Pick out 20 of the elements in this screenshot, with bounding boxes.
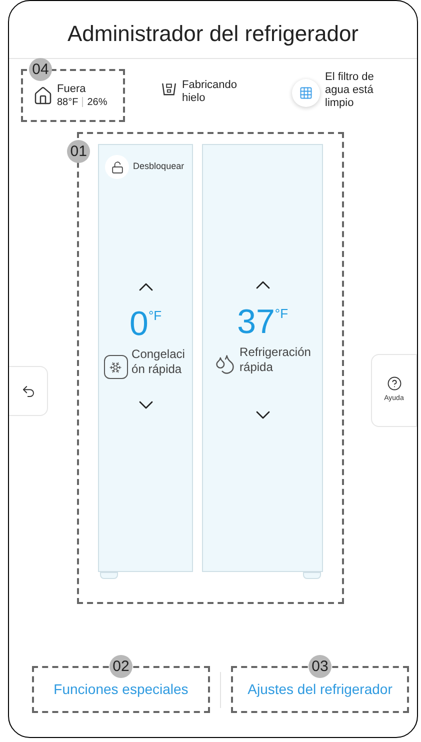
temperature-reading: 88°F (57, 96, 78, 108)
help-icon (386, 376, 402, 392)
status-label: Fabricando hielo (182, 79, 238, 105)
house-icon (33, 86, 53, 106)
humidity-reading: 26% (87, 96, 108, 108)
water-drops-icon (214, 353, 236, 375)
unlock-icon (105, 155, 130, 179)
water-filter-icon (292, 79, 320, 107)
unlock-button[interactable]: Desbloquear (105, 155, 184, 179)
callout-number: 04 (29, 58, 52, 81)
status-label: El filtro de agua está limpio (325, 71, 375, 110)
page-title: Administrador del refrigerador (66, 21, 360, 47)
back-icon (20, 384, 36, 398)
quick-mode-label[interactable]: Refrigeración rápida (240, 345, 318, 375)
quick-mode-label[interactable]: Congelación rápida (132, 347, 192, 377)
callout-number: 02 (110, 655, 132, 678)
callout-number: 01 (67, 140, 90, 163)
callout-number: 03 (308, 655, 332, 678)
status-label: Fuera (57, 82, 87, 96)
ice-maker-icon (161, 81, 177, 97)
